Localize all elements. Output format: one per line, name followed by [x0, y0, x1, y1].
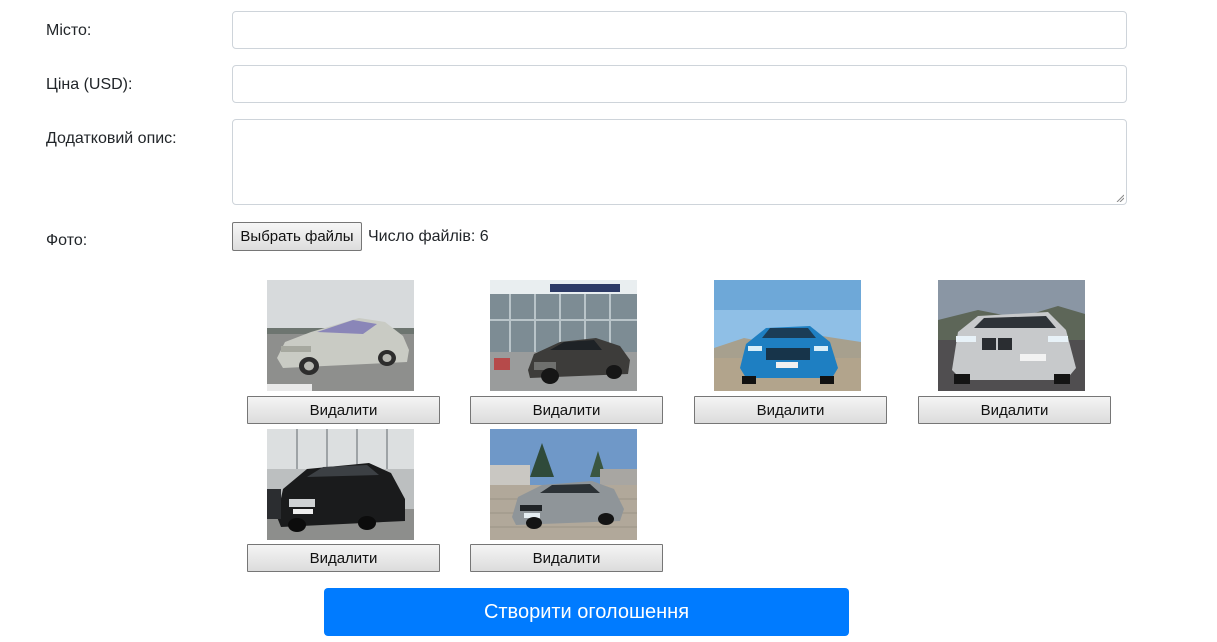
- file-count-text: Число файлів: 6: [368, 228, 489, 245]
- delete-photo-button-6[interactable]: Видалити: [470, 544, 663, 572]
- photo-thumbnail-2: [490, 280, 637, 391]
- delete-photo-button-2[interactable]: Видалити: [470, 396, 663, 424]
- delete-photo-button-1[interactable]: Видалити: [247, 396, 440, 424]
- photo-thumbnail-1: [267, 280, 414, 391]
- delete-photo-button-3[interactable]: Видалити: [694, 396, 887, 424]
- description-textarea[interactable]: [232, 119, 1127, 205]
- city-label: Місто:: [46, 22, 92, 39]
- photo-thumbnail-6: [490, 429, 637, 540]
- description-label: Додатковий опис:: [46, 130, 177, 147]
- city-input[interactable]: [232, 11, 1127, 49]
- photo-thumbnail-4: [938, 280, 1085, 391]
- delete-photo-button-4[interactable]: Видалити: [918, 396, 1111, 424]
- create-listing-button[interactable]: Створити оголошення: [324, 588, 849, 636]
- photo-label: Фото:: [46, 232, 88, 249]
- price-input[interactable]: [232, 65, 1127, 103]
- delete-photo-button-5[interactable]: Видалити: [247, 544, 440, 572]
- resize-grip-icon[interactable]: [1116, 194, 1124, 202]
- choose-files-button[interactable]: Выбрать файлы: [232, 222, 362, 251]
- photo-thumbnail-5: [267, 429, 414, 540]
- photo-thumbnail-3: [714, 280, 861, 391]
- price-label: Ціна (USD):: [46, 76, 133, 93]
